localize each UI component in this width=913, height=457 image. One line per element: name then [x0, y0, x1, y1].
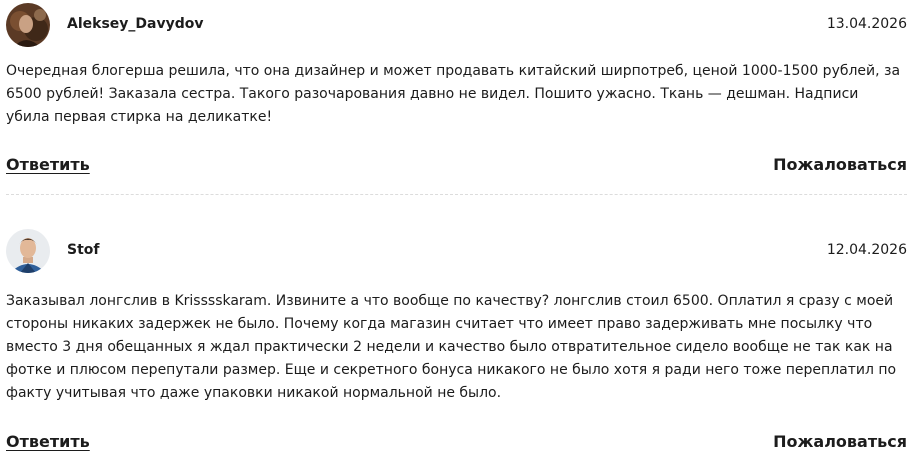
- avatar: [6, 229, 50, 273]
- comment-item: Stof 12.04.2026 Заказывал лонгслив в Kri…: [0, 226, 913, 457]
- comment-author: Aleksey_Davydov: [67, 16, 204, 32]
- report-link[interactable]: Пожаловаться: [773, 155, 907, 174]
- comment-author: Stof: [67, 242, 100, 258]
- comment-actions: Ответить Пожаловаться: [6, 155, 907, 177]
- report-link[interactable]: Пожаловаться: [773, 432, 907, 451]
- comment-header: Aleksey_Davydov 13.04.2026: [6, 3, 907, 47]
- comment-date: 12.04.2026: [826, 242, 907, 258]
- avatar: [6, 3, 50, 47]
- comment-actions: Ответить Пожаловаться: [6, 432, 907, 454]
- comment-item: Aleksey_Davydov 13.04.2026 Очередная бло…: [0, 0, 913, 196]
- comment-date: 13.04.2026: [826, 16, 907, 32]
- comment-text: Заказывал лонгслив в Krisssskaram. Извин…: [6, 293, 897, 401]
- reply-link[interactable]: Ответить: [6, 432, 90, 451]
- comment-text: Очередная блогерша решила, что она дизай…: [6, 63, 901, 125]
- reply-link[interactable]: Ответить: [6, 155, 90, 174]
- comment-divider: [6, 194, 907, 195]
- comment-header: Stof 12.04.2026: [6, 229, 907, 273]
